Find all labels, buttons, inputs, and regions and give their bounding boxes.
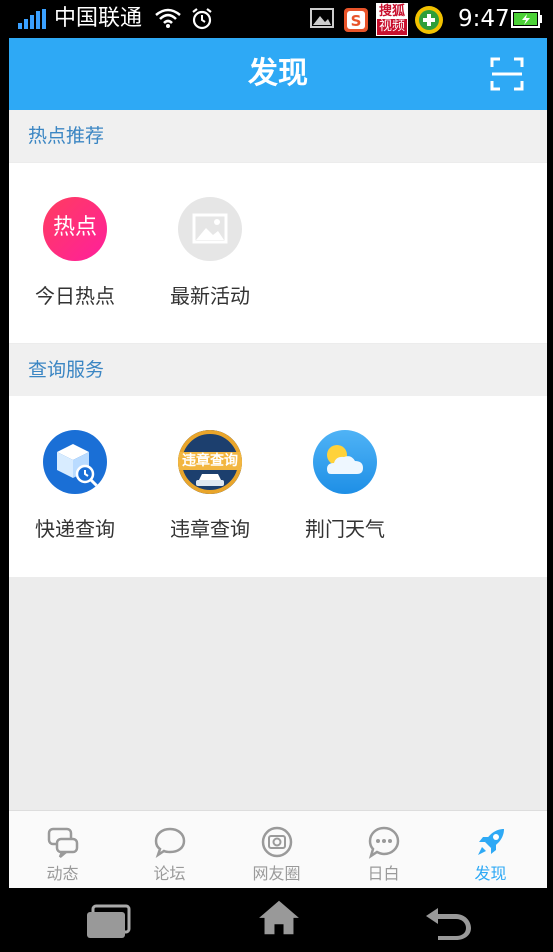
tab-forum[interactable]: 论坛 — [116, 811, 223, 888]
battery-icon — [511, 10, 542, 28]
query-services-panel: 快递查询 违章查询 违章查询 荆门天气 — [9, 396, 547, 577]
back-icon[interactable] — [422, 902, 474, 940]
camera-circle-icon — [261, 826, 293, 858]
tab-discover[interactable]: 发现 — [437, 811, 544, 888]
tab-label: 动态 — [46, 864, 79, 883]
tile-label: 荆门天气 — [305, 517, 385, 541]
tab-dynamic[interactable]: 动态 — [9, 811, 116, 888]
tab-ribai[interactable]: 日白 — [330, 811, 437, 888]
chat-bubble-icon — [154, 827, 186, 859]
tile-violation-query[interactable]: 违章查询 违章查询 — [145, 396, 275, 541]
tile-express-query[interactable]: 快递查询 — [10, 396, 140, 541]
recent-apps-icon[interactable] — [84, 902, 136, 940]
tab-label: 网友圈 — [252, 864, 301, 883]
hot-recommend-panel: 热点 今日热点 最新活动 — [9, 163, 547, 343]
traffic-violation-icon: 违章查询 — [178, 430, 242, 494]
tile-today-hot[interactable]: 热点 今日热点 — [10, 163, 140, 308]
tile-label: 快递查询 — [35, 517, 115, 541]
page-title: 发现 — [248, 56, 308, 91]
bottom-tab-bar: 动态 论坛 网友圈 日白 发现 — [9, 810, 547, 888]
hot-icon: 热点 — [43, 197, 107, 261]
gallery-notification-icon — [310, 8, 334, 28]
sohu-video-icon: 搜狐 视频 — [376, 3, 408, 36]
rocket-icon — [478, 829, 504, 855]
tab-label: 日白 — [367, 864, 400, 883]
sogou-icon: S — [344, 8, 368, 32]
express-box-icon — [43, 430, 107, 494]
tile-label: 违章查询 — [170, 517, 250, 541]
wifi-icon — [155, 8, 181, 28]
section-header-hot: 热点推荐 — [9, 110, 547, 162]
top-bar: 发现 — [9, 38, 547, 110]
carrier-name: 中国联通 — [54, 6, 143, 31]
tab-label: 论坛 — [153, 864, 186, 883]
section-header-query: 查询服务 — [9, 344, 547, 396]
status-bar: 中国联通 S 搜狐 视频 9:47 — [0, 0, 553, 38]
tab-friends-circle[interactable]: 网友圈 — [223, 811, 330, 888]
image-placeholder-icon — [178, 197, 242, 261]
alarm-icon — [192, 8, 212, 30]
section-title: 热点推荐 — [28, 125, 105, 147]
tile-latest-activity[interactable]: 最新活动 — [145, 163, 275, 308]
discover-screen: 发现 热点推荐 热点 今日热点 最新活动 查询服务 快递查询 违章查询 违章查询… — [9, 38, 547, 888]
home-icon[interactable] — [253, 898, 305, 936]
weather-icon — [313, 430, 377, 494]
signal-icon — [18, 9, 48, 29]
tile-label: 今日热点 — [35, 284, 115, 308]
tab-label: 发现 — [474, 864, 507, 883]
speech-dots-icon — [368, 826, 400, 859]
tile-label: 最新活动 — [170, 284, 250, 308]
section-title: 查询服务 — [28, 359, 105, 381]
clock: 9:47 — [458, 6, 510, 32]
svg-text:S: S — [351, 12, 362, 30]
tile-jingmen-weather[interactable]: 荆门天气 — [280, 396, 410, 541]
system-navigation-bar — [0, 888, 553, 952]
scan-icon[interactable] — [490, 57, 524, 91]
chat-bubbles-icon — [47, 827, 79, 858]
security-plus-icon — [415, 6, 443, 34]
